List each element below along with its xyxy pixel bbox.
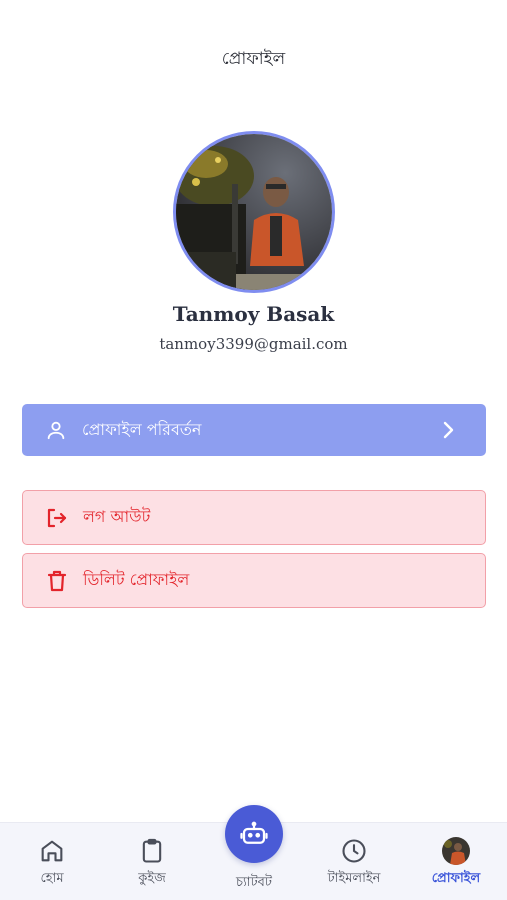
nav-item-profile[interactable]: প্রোফাইল [411,837,501,890]
clock-icon [342,839,366,863]
page-title: প্রোফাইল [221,49,286,69]
nav-label-home: হোম [40,871,64,886]
trash-icon [45,569,69,593]
edit-profile-label: প্রোফাইল পরিবর্তন [82,419,202,439]
chatbot-button[interactable] [225,805,283,863]
nav-item-timeline[interactable]: টাইমলাইন [309,837,399,890]
logout-icon [45,506,69,530]
logout-label: লগ আউট [83,507,151,526]
nav-item-quiz[interactable]: কুইজ [107,837,197,890]
user-icon [44,418,68,442]
delete-profile-button[interactable]: ডিলিট প্রোফাইল [22,553,486,608]
nav-label-chatbot: চ্যাটবট [236,875,272,890]
avatar [173,131,335,293]
nav-label-profile: প্রোফাইল [431,871,481,886]
nav-item-home[interactable]: হোম [7,837,97,890]
logout-button[interactable]: লগ আউট [22,490,486,545]
delete-profile-label: ডিলিট প্রোফাইল [83,570,190,589]
chevron-right-icon [436,418,460,442]
nav-label-timeline: টাইমলাইন [327,871,381,886]
nav-label-quiz: কুইজ [138,871,166,886]
user-name: Tanmoy Basak [172,302,335,326]
user-email: tanmoy3399@gmail.com [159,335,348,353]
robot-icon [240,821,268,844]
home-icon [41,840,63,862]
avatar-photo [176,134,332,290]
avatar-thumbnail [442,837,470,865]
edit-profile-button[interactable]: প্রোফাইল পরিবর্তন [22,404,486,456]
clipboard-icon [142,838,162,863]
